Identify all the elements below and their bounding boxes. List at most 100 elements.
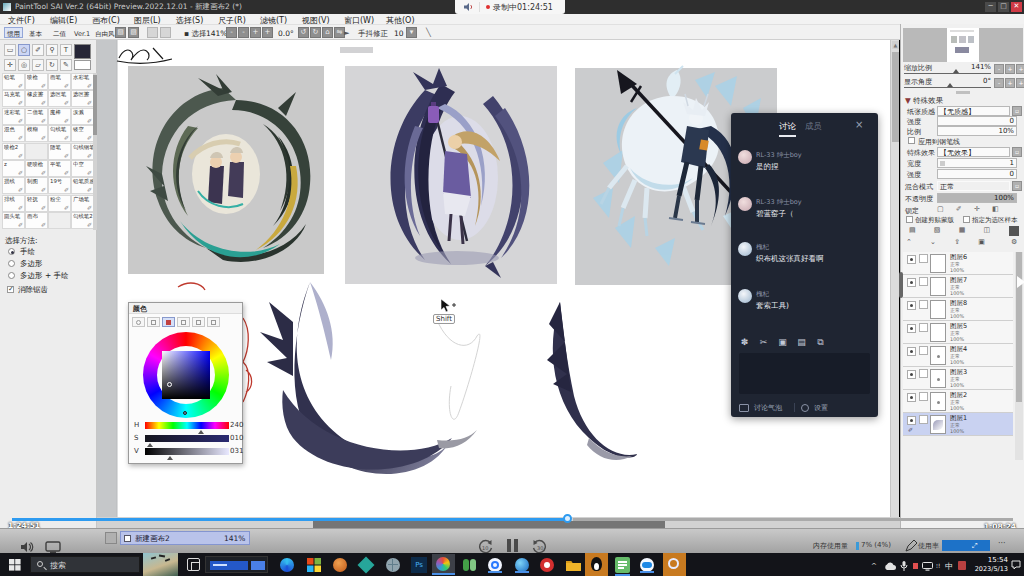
color-tab-square[interactable] (147, 317, 160, 327)
tray-red-icon[interactable] (913, 563, 918, 569)
brush-tool-选区擦[interactable]: 选区擦✐ (71, 90, 94, 107)
layer-row-图层8[interactable]: 图层8正常100% (903, 298, 1013, 321)
brush-tool-勾线笔2[interactable]: 勾线笔2✐ (71, 212, 94, 229)
layer-row-图层1[interactable]: ✐图层1正常100% (903, 413, 1013, 436)
brush-tool-广场笔[interactable]: 广场笔✐ (71, 195, 94, 212)
paper-scale-input[interactable]: 10% (937, 126, 1017, 136)
toolbar-tab-0[interactable]: 惯用 (4, 27, 23, 38)
brush-tool-喷枪2[interactable]: 喷枪2✐ (2, 143, 25, 160)
chat-bubble-label[interactable]: 讨论气泡 (754, 403, 782, 413)
secondary-color-swatch[interactable] (74, 60, 91, 70)
more-dots[interactable]: ··· (998, 539, 1006, 548)
tray-chevron-icon[interactable]: ^ (871, 562, 877, 570)
nav-angle-ccw[interactable]: - (994, 78, 1004, 88)
layer-visibility-图层2[interactable] (907, 393, 916, 402)
volume-icon[interactable] (20, 541, 34, 553)
layer-visibility-图层7[interactable] (907, 278, 916, 287)
selection-method-radio-2[interactable] (8, 272, 15, 279)
val-slider[interactable] (145, 448, 229, 455)
brush-tool-empty[interactable] (48, 212, 71, 229)
tray-clock[interactable]: 15:54 2023/5/13 (972, 556, 1008, 574)
chat-avatar-0[interactable] (738, 150, 752, 164)
rect-select-tool[interactable]: ▭ (4, 44, 16, 56)
hue-slider[interactable] (145, 422, 229, 429)
color-tab-sliders[interactable] (177, 317, 190, 327)
color-tab-swatch[interactable] (207, 317, 220, 327)
lasso-tool[interactable]: ○ (18, 44, 30, 56)
wand-tool[interactable]: ⚲ (46, 44, 58, 56)
zoom-in-button[interactable]: + (250, 27, 261, 38)
paper-texture-select[interactable]: 【无质感】 (937, 106, 1010, 116)
taskbar-app-teal[interactable] (358, 557, 375, 574)
brush-tool-描线[interactable]: 描线✐ (2, 177, 25, 194)
rotate-view-tool[interactable]: ↻ (46, 59, 58, 71)
brush-tool-喷枪[interactable]: 喷枪✐ (25, 73, 48, 90)
nav-zoom-reset[interactable]: + (1016, 64, 1024, 74)
tray-monitor-icon[interactable] (922, 562, 933, 571)
video-timeline[interactable] (0, 518, 1024, 521)
pen-select-tool[interactable]: ✐ (32, 44, 44, 56)
chat-avatar-3[interactable] (738, 289, 752, 303)
brush-tool-empty[interactable] (25, 143, 48, 160)
brush-tool-中空[interactable]: 中空✐ (71, 160, 94, 177)
layer-special-button[interactable] (1009, 226, 1019, 236)
layer-row-图层7[interactable]: 图层7正常100% (903, 275, 1013, 298)
brush-tool-泼溅[interactable]: 泼溅✐ (71, 108, 94, 125)
apply-ink-checkbox[interactable] (908, 137, 915, 144)
chat-settings-label[interactable]: 设置 (814, 403, 828, 413)
zoom-value[interactable]: 141% (206, 29, 227, 38)
brush-tool-轻抚[interactable]: 轻抚✐ (25, 195, 48, 212)
start-button[interactable] (9, 559, 21, 571)
chat-sticker-icon[interactable]: ✽ (739, 337, 750, 348)
screencast-icon[interactable] (45, 541, 61, 553)
nav-zoom-in[interactable]: + (1005, 64, 1015, 74)
zoom-out-button[interactable]: - (226, 27, 237, 38)
color-tab-mixer[interactable] (192, 317, 205, 327)
panel-handle[interactable] (899, 272, 903, 298)
document-tab[interactable]: 新建画布2 141% (120, 531, 250, 545)
chat-avatar-1[interactable] (738, 197, 752, 211)
effect-strength-input[interactable]: 0 (937, 169, 1017, 179)
tab-scroll-button[interactable] (105, 532, 117, 544)
taskbar-app-cloud[interactable] (640, 558, 654, 572)
maximize-button[interactable]: □ (998, 2, 1009, 12)
pause-button[interactable] (507, 539, 519, 552)
rewind-10-button[interactable]: 10 (477, 539, 494, 554)
layer-settings-icon[interactable]: ⚙ (1011, 238, 1017, 246)
taskbar-app-red[interactable] (540, 558, 554, 572)
taskbar-app-active-tile[interactable] (432, 554, 455, 575)
paper-texture-button[interactable]: ▫ (1012, 106, 1022, 116)
tray-red2-icon[interactable] (958, 561, 966, 570)
brush-tool-圆头笔[interactable]: 圆头笔✐ (2, 212, 25, 229)
brush-tool-镂空[interactable]: 镂空✐ (71, 125, 94, 142)
layer-row-图层3[interactable]: 图层3正常100% (903, 367, 1013, 390)
taskbar-app-ring-tile[interactable] (663, 553, 686, 576)
nav-angle-cw[interactable]: + (1005, 78, 1015, 88)
canvas-vscrollbar[interactable]: ▲ (890, 40, 899, 517)
chat-input[interactable] (739, 353, 870, 394)
rotate-cw-button[interactable]: ↻ (310, 27, 321, 38)
toolbar-tab-1[interactable]: 基本 (26, 27, 45, 38)
toolbar-tab-4[interactable]: 自由风 (92, 27, 118, 38)
brush-tool-平笔[interactable]: 平笔✐ (48, 160, 71, 177)
layer-toolbar-row2[interactable]: ⌃ ⌄ ⇪ ▣ (906, 238, 993, 246)
eyedropper-tool[interactable]: ✎ (60, 59, 72, 71)
layer-toolbar-row1[interactable]: ▤ ▧ ▦ ◫ (909, 226, 998, 234)
forward-30-button[interactable]: 30 (531, 539, 548, 554)
angle-value[interactable]: 0.0° (278, 29, 294, 38)
layer-visibility-图层6[interactable] (907, 255, 916, 264)
color-tab-wheel[interactable] (132, 317, 145, 327)
toolbar-icon-button-2[interactable]: ▨ (128, 27, 139, 38)
clip-mask-checkbox[interactable] (906, 216, 913, 223)
minimize-button[interactable]: ─ (985, 2, 996, 12)
brush-tool-铅笔质感[interactable]: 铅笔质感✐ (71, 177, 94, 194)
brush-tool-马克笔[interactable]: 马克笔✐ (2, 90, 25, 107)
stabilizer-dropdown[interactable]: ▾ (406, 27, 417, 38)
selection-sample-checkbox[interactable] (963, 216, 970, 223)
antialias-checkbox[interactable] (7, 286, 14, 293)
color-dialog-titlebar[interactable]: 颜色 (129, 303, 242, 314)
taskbar-app-store[interactable] (307, 558, 321, 572)
layer-row-图层2[interactable]: 图层2正常100% (903, 390, 1013, 413)
navigator[interactable] (903, 28, 1023, 62)
layer-row-图层6[interactable]: 图层6正常100% (903, 252, 1013, 275)
